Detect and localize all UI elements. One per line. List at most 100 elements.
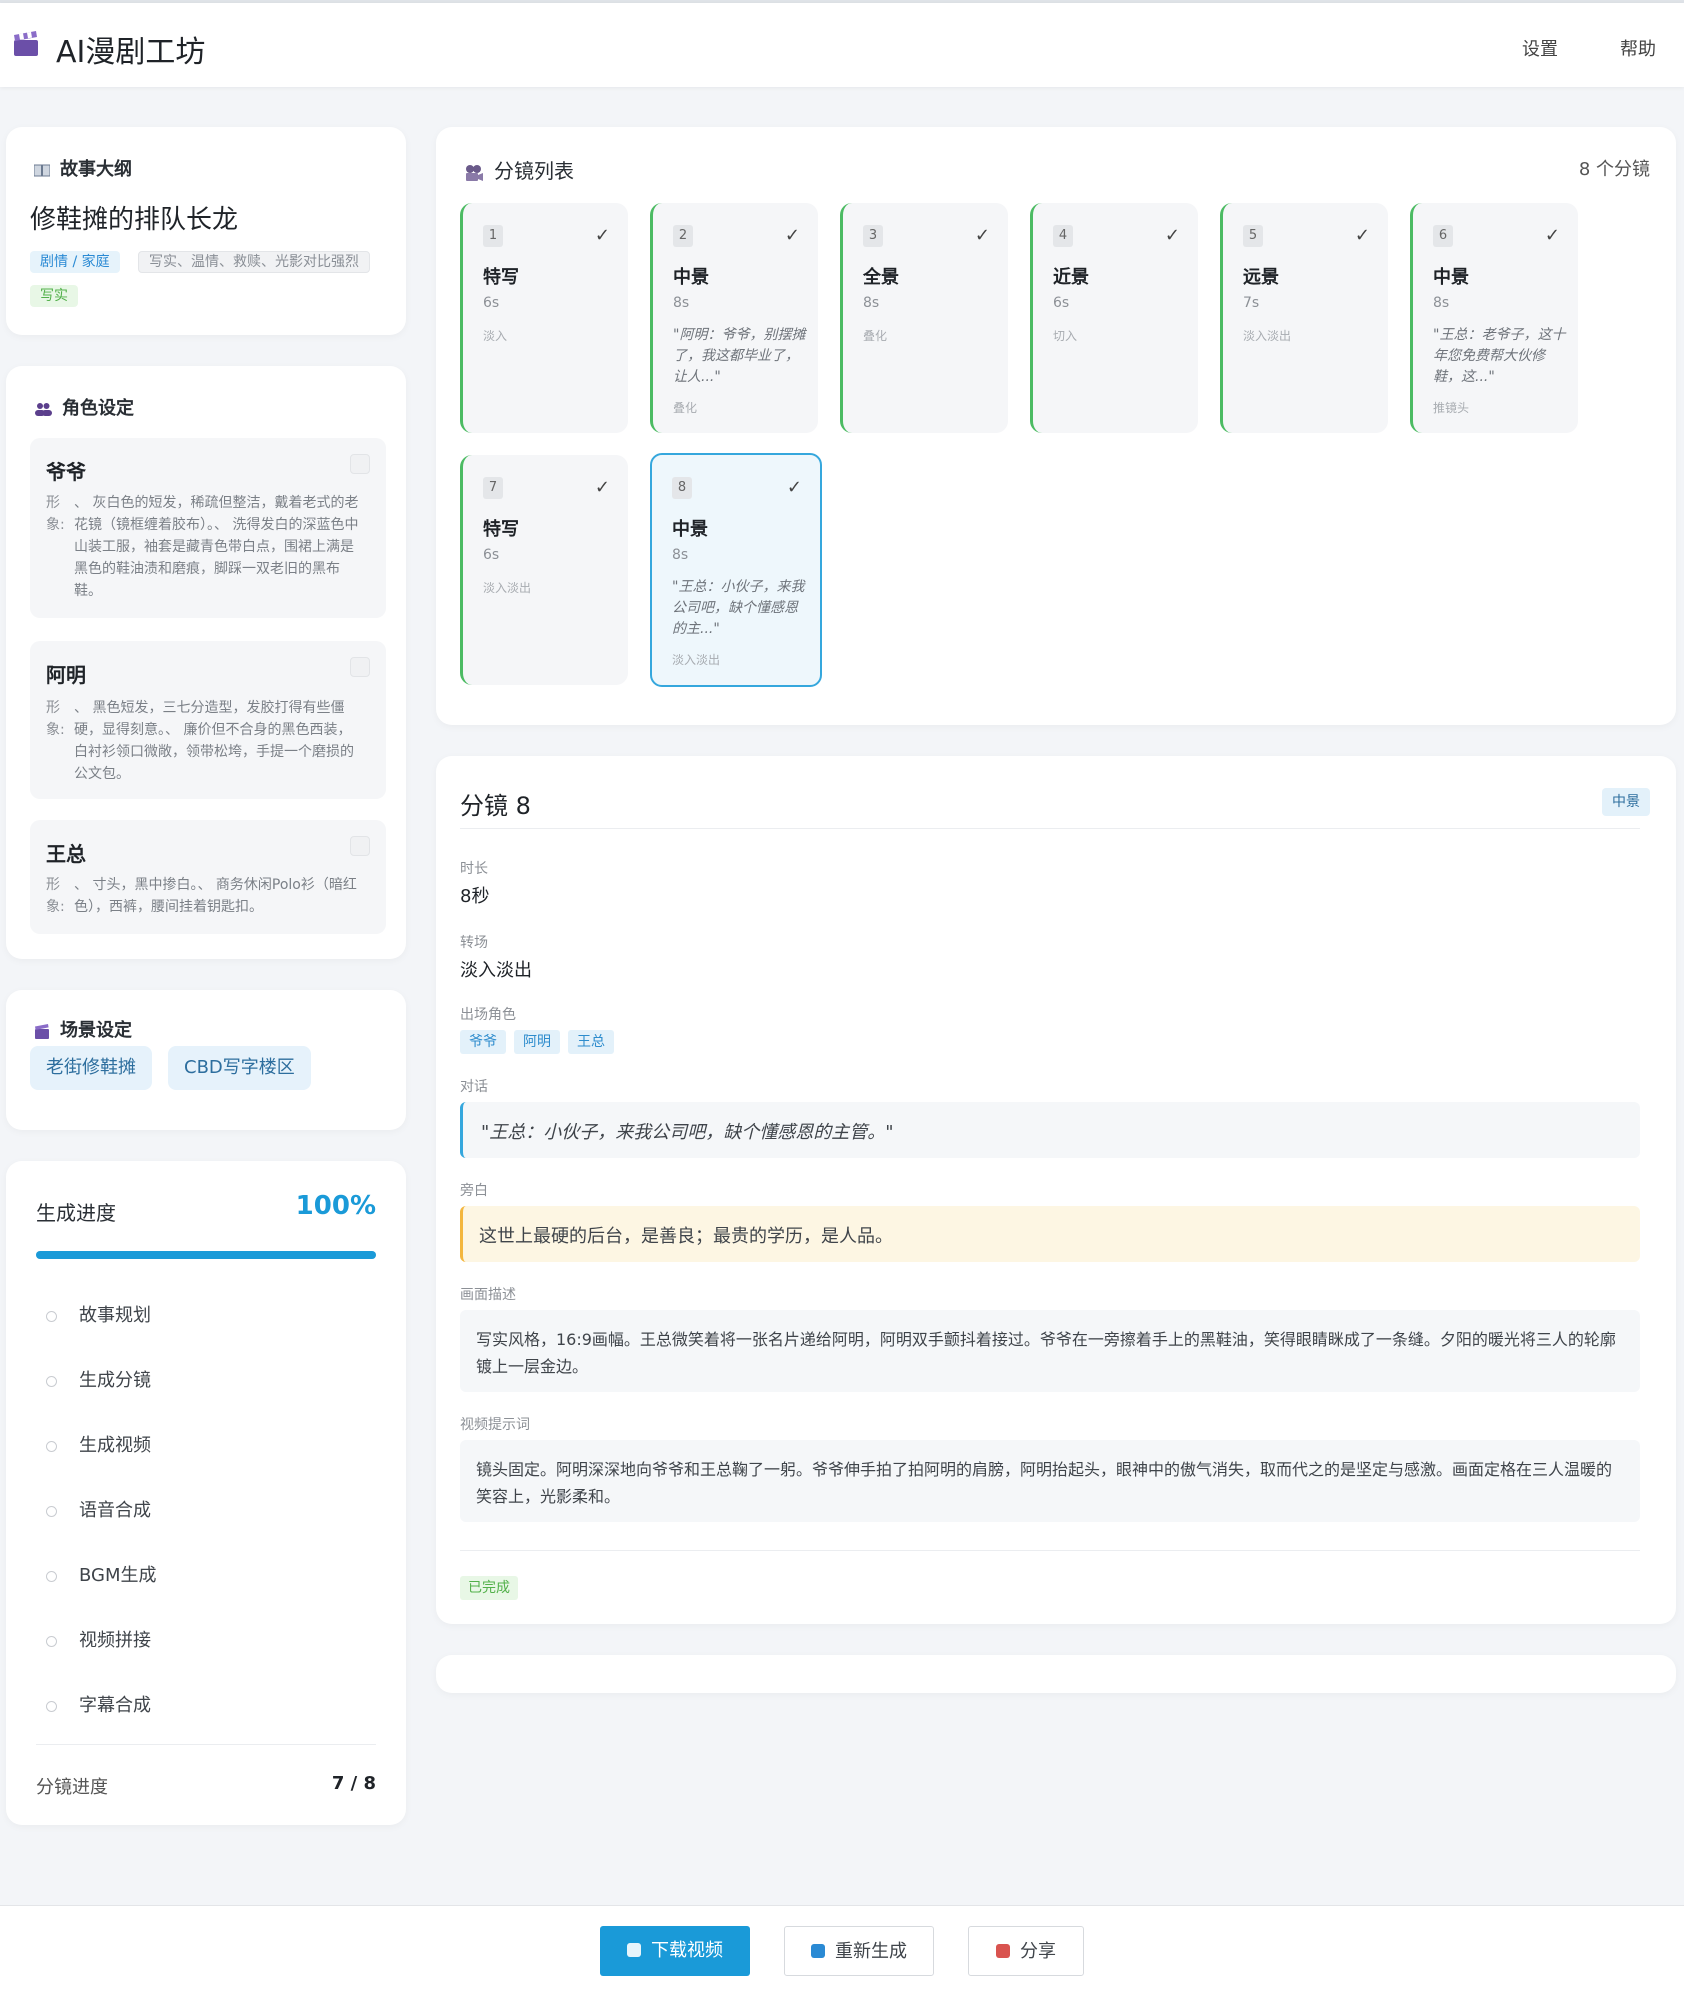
character-checkbox[interactable] (350, 657, 370, 677)
dialogue-label: 对话 (460, 1079, 488, 1095)
storyboard-count: 8 个分镜 (1578, 159, 1650, 180)
settings-link[interactable]: 设置 (1522, 35, 1558, 61)
character-card[interactable]: 爷爷 形象: 、 灰白色的短发，稀疏但整洁，戴着老式的老花镜（镜框缠着胶布）。、… (30, 438, 386, 618)
share-button[interactable]: 分享 (968, 1926, 1084, 1976)
book-icon (34, 164, 50, 176)
shot-type-badge: 中景 (1602, 788, 1650, 816)
shot-type: 中景 (1433, 267, 1469, 288)
shot-number: 5 (1243, 225, 1263, 247)
check-icon: ✓ (594, 225, 610, 246)
shot-card[interactable]: 6 ✓ 中景 8s "王总：老爷子，这十年您免费帮大伙修鞋，这..." 推镜头 (1410, 203, 1578, 433)
shot-card[interactable]: 7 ✓ 特写 6s 淡入淡出 (460, 455, 628, 685)
prompt-text: 镜头固定。阿明深深地向爷爷和王总鞠了一躬。爷爷伸手拍了拍阿明的肩膀，阿明抬起头，… (476, 1460, 1613, 1506)
progress-step: 字幕合成 (46, 1691, 151, 1717)
step-label: 视频拼接 (79, 1630, 151, 1651)
character-card[interactable]: 阿明 形象: 、 黑色短发，三七分造型，发胶打得有些僵硬，显得刻意。、 廉价但不… (30, 641, 386, 799)
visual-box: 写实风格，16:9画幅。王总微笑着将一张名片递给阿明，阿明双手颤抖着接过。爷爷在… (460, 1310, 1640, 1392)
shot-duration: 8s (863, 295, 880, 311)
download-icon (627, 1943, 641, 1957)
download-label: 下载视频 (651, 1940, 723, 1961)
clapperboard-icon (35, 1023, 49, 1039)
shot-number: 4 (1053, 225, 1073, 247)
story-outline-card: 故事大纲 修鞋摊的排队长龙 剧情 / 家庭 写实、温情、救赎、光影对比强烈 写实 (6, 127, 406, 335)
storyboard-list-card: 分镜列表 8 个分镜 1 ✓ 特写 6s 淡入 2 ✓ 中景 8s "阿明：爷爷… (436, 127, 1676, 725)
step-dot-icon (46, 1505, 57, 1517)
shot-number: 8 (672, 477, 692, 499)
shot-card[interactable]: 4 ✓ 近景 6s 切入 (1030, 203, 1198, 433)
shot-transition: 推镜头 (1433, 401, 1470, 415)
role-chip: 爷爷 (460, 1030, 506, 1054)
check-icon: ✓ (786, 477, 802, 498)
prompt-box: 镜头固定。阿明深深地向爷爷和王总鞠了一躬。爷爷伸手拍了拍阿明的肩膀，阿明抬起头，… (460, 1440, 1640, 1522)
story-section-title: 故事大纲 (60, 159, 132, 180)
status-badge: 已完成 (460, 1576, 518, 1600)
step-dot-icon (46, 1570, 57, 1582)
character-card[interactable]: 王总 形象: 、 寸头，黑中掺白。、 商务休闲Polo衫（暗红色），西裤，腰间挂… (30, 820, 386, 934)
shot-number: 2 (673, 225, 693, 247)
shot-transition: 淡入淡出 (672, 653, 721, 667)
shot-progress-value: 7 / 8 (331, 1773, 376, 1794)
shot-progress-label: 分镜进度 (36, 1777, 108, 1798)
transition-value: 淡入淡出 (460, 960, 532, 981)
character-desc-label: 形象: (46, 700, 65, 738)
shot-duration: 6s (483, 295, 500, 311)
shot-type: 远景 (1243, 267, 1279, 288)
characters-section-header: 角色设定 (34, 394, 134, 420)
step-label: 字幕合成 (79, 1695, 151, 1716)
progress-title: 生成进度 (36, 1201, 116, 1225)
shot-number: 7 (483, 477, 503, 499)
download-video-button[interactable]: 下载视频 (600, 1926, 750, 1976)
narration-label: 旁白 (460, 1183, 488, 1199)
progress-divider (36, 1744, 376, 1745)
step-dot-icon (46, 1375, 57, 1387)
shot-type: 全景 (863, 267, 899, 288)
shot-detail-card: 分镜 8 中景 时长 8秒 转场 淡入淡出 出场角色 爷爷 阿明 王总 对话 "… (436, 756, 1676, 1624)
character-name: 爷爷 (46, 460, 86, 484)
shot-card[interactable]: 3 ✓ 全景 8s 叠化 (840, 203, 1008, 433)
shot-dialogue: "阿明：爷爷，别摆摊了，我这都毕业了，让人..." (673, 327, 806, 385)
visual-text: 写实风格，16:9画幅。王总微笑着将一张名片递给阿明，阿明双手颤抖着接过。爷爷在… (476, 1330, 1616, 1376)
progress-step: 生成分镜 (46, 1366, 151, 1392)
shot-card[interactable]: 1 ✓ 特写 6s 淡入 (460, 203, 628, 433)
narration-text: 这世上最硬的后台，是善良；最贵的学历，是人品。 (479, 1226, 893, 1247)
scene-chip[interactable]: 老街修鞋摊 (30, 1046, 152, 1090)
shot-card[interactable]: 5 ✓ 远景 7s 淡入淡出 (1220, 203, 1388, 433)
character-name: 王总 (46, 842, 86, 866)
shot-transition: 淡入 (483, 329, 508, 343)
characters-card: 角色设定 爷爷 形象: 、 灰白色的短发，稀疏但整洁，戴着老式的老花镜（镜框缠着… (6, 366, 406, 959)
regenerate-label: 重新生成 (835, 1941, 907, 1962)
character-desc: 、 黑色短发，三七分造型，发胶打得有些僵硬，显得刻意。、 廉价但不合身的黑色西装… (74, 700, 354, 782)
scenes-section-title: 场景设定 (60, 1020, 132, 1041)
help-link[interactable]: 帮助 (1620, 35, 1656, 61)
step-dot-icon (46, 1440, 57, 1452)
character-desc: 、 灰白色的短发，稀疏但整洁，戴着老式的老花镜（镜框缠着胶布）。、 洗得发白的深… (74, 495, 359, 599)
dialogue-text: "王总：小伙子，来我公司吧，缺个懂感恩的主管。" (481, 1122, 894, 1143)
shot-type: 特写 (483, 267, 519, 288)
shot-duration: 8s (672, 547, 689, 563)
shot-card-selected[interactable]: 8 ✓ 中景 8s "王总：小伙子，来我公司吧，缺个懂感恩的主..." 淡入淡出 (650, 453, 822, 687)
shot-dialogue: "王总：老爷子，这十年您免费帮大伙修鞋，这..." (1433, 327, 1566, 385)
visual-label: 画面描述 (460, 1287, 516, 1303)
character-checkbox[interactable] (350, 836, 370, 856)
progress-percent: 100% (295, 1191, 376, 1221)
refresh-icon (811, 1944, 825, 1958)
render-style-tag: 写实 (30, 285, 78, 307)
character-checkbox[interactable] (350, 454, 370, 474)
shot-card[interactable]: 2 ✓ 中景 8s "阿明：爷爷，别摆摊了，我这都毕业了，让人..." 叠化 (650, 203, 818, 433)
shot-transition: 叠化 (863, 329, 888, 343)
check-icon: ✓ (1544, 225, 1560, 246)
shot-transition: 叠化 (673, 401, 698, 415)
scene-chip[interactable]: CBD写字楼区 (168, 1046, 311, 1090)
regenerate-button[interactable]: 重新生成 (784, 1926, 934, 1976)
check-icon: ✓ (784, 225, 800, 246)
prompt-label: 视频提示词 (460, 1417, 530, 1433)
check-icon: ✓ (974, 225, 990, 246)
detail-divider (460, 828, 1640, 829)
character-name: 阿明 (46, 663, 86, 687)
character-desc-label: 形象: (46, 495, 65, 533)
step-dot-icon (46, 1700, 57, 1712)
style-tag: 写实、温情、救赎、光影对比强烈 (138, 251, 370, 273)
progress-bar (36, 1251, 376, 1259)
character-desc: 、 寸头，黑中掺白。、 商务休闲Polo衫（暗红色），西裤，腰间挂着钥匙扣。 (74, 877, 357, 915)
role-chip: 王总 (568, 1030, 614, 1054)
